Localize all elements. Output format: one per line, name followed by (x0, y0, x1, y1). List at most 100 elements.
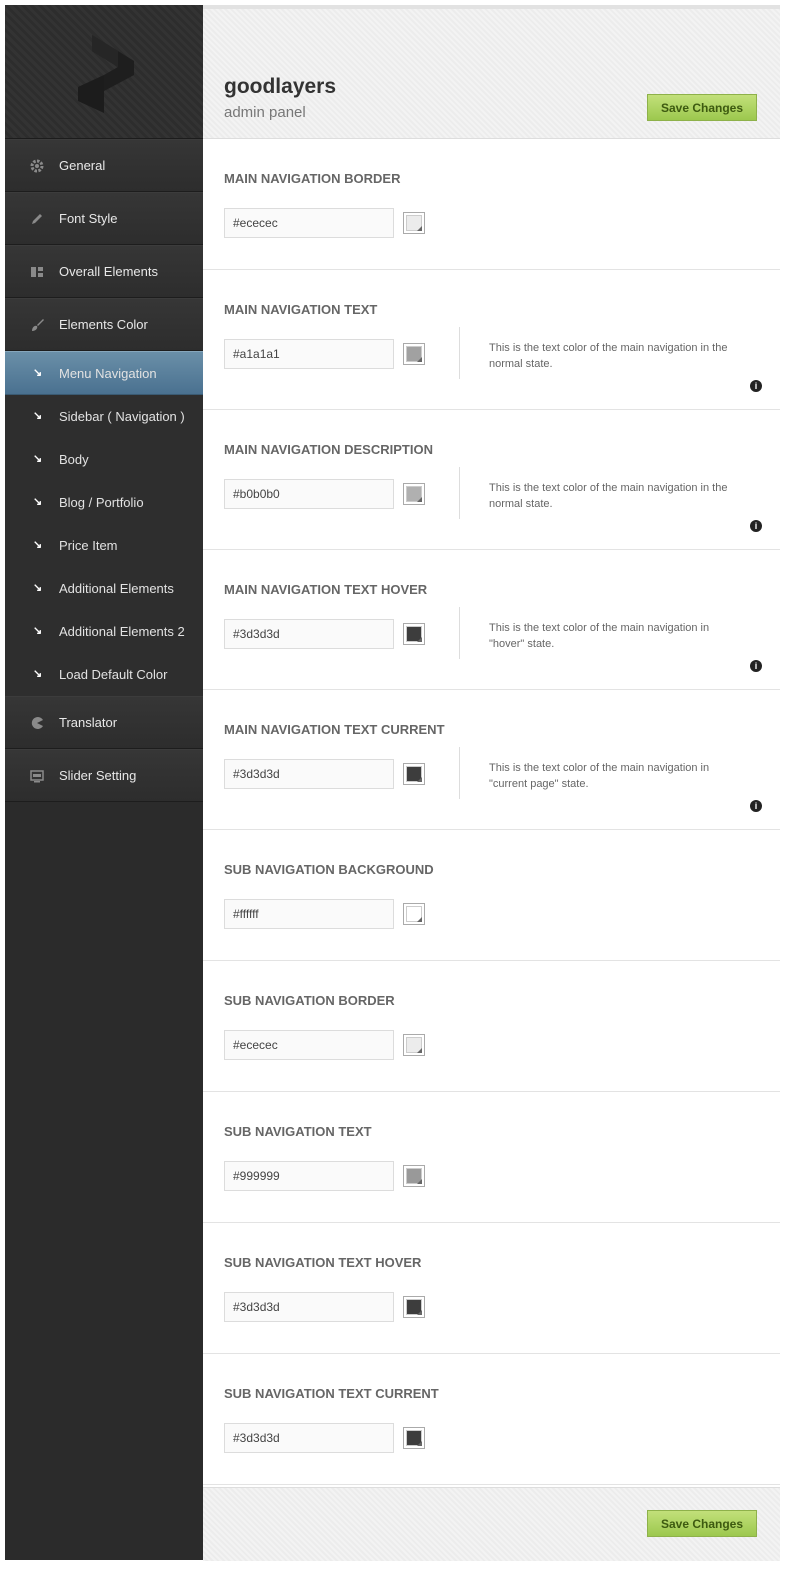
info-icon[interactable]: i (750, 380, 762, 392)
color-fill (406, 346, 422, 362)
color-picker-swatch[interactable] (403, 343, 425, 365)
setting-main-navigation-text: MAIN NAVIGATION TEXT This is the text col… (203, 270, 780, 410)
color-value-input[interactable] (224, 899, 394, 929)
color-fill (406, 766, 422, 782)
sidebar-subitem-label: Price Item (59, 538, 118, 553)
info-icon[interactable]: i (750, 660, 762, 672)
color-picker-swatch[interactable] (403, 763, 425, 785)
sidebar-subitem-sidebar-navigation[interactable]: ↘ Sidebar ( Navigation ) (5, 395, 203, 438)
brand-title: goodlayers (224, 75, 337, 98)
save-button-top[interactable]: Save Changes (647, 94, 757, 121)
settings-list: MAIN NAVIGATION BORDER MAIN NAVIGATION TE… (203, 139, 780, 1485)
color-picker-swatch[interactable] (403, 903, 425, 925)
arrow-down-right-icon: ↘ (33, 668, 43, 680)
save-button-bottom[interactable]: Save Changes (647, 1510, 757, 1537)
sidebar-item-label: Font Style (59, 211, 118, 226)
layout-icon (29, 264, 45, 280)
sidebar-subitem-additional-elements-2[interactable]: ↘ Additional Elements 2 (5, 610, 203, 653)
divider (459, 607, 460, 659)
color-value-input[interactable] (224, 1161, 394, 1191)
setting-sub-navigation-border: SUB NAVIGATION BORDER (203, 961, 780, 1092)
color-value-input[interactable] (224, 339, 394, 369)
divider (459, 467, 460, 519)
divider (459, 747, 460, 799)
color-value-input[interactable] (224, 208, 394, 238)
sidebar-item-label: Overall Elements (59, 264, 158, 279)
setting-main-navigation-text-current: MAIN NAVIGATION TEXT CURRENT This is the … (203, 690, 780, 830)
color-picker-swatch[interactable] (403, 1427, 425, 1449)
setting-title: SUB NAVIGATION TEXT CURRENT (224, 1386, 439, 1401)
sidebar-item-label: General (59, 158, 106, 173)
color-value-input[interactable] (224, 759, 394, 789)
color-picker-swatch[interactable] (403, 623, 425, 645)
sidebar-item-slider-setting[interactable]: Slider Setting (5, 749, 203, 802)
color-fill (406, 1430, 422, 1446)
color-picker-swatch[interactable] (403, 1296, 425, 1318)
color-value-input[interactable] (224, 619, 394, 649)
color-picker-swatch[interactable] (403, 1034, 425, 1056)
setting-description: This is the text color of the main navig… (489, 482, 728, 510)
color-value-input[interactable] (224, 479, 394, 509)
arrow-down-right-icon: ↘ (33, 539, 43, 551)
sidebar-item-label: Elements Color (59, 317, 148, 332)
sidebar-subitem-label: Load Default Color (59, 667, 168, 682)
sidebar-subitem-load-default-color[interactable]: ↘ Load Default Color (5, 653, 203, 696)
color-fill (406, 1299, 422, 1315)
info-icon[interactable]: i (750, 520, 762, 532)
header: goodlayers admin panel Save Changes (203, 5, 780, 139)
color-picker-swatch[interactable] (403, 212, 425, 234)
sidebar-subitem-menu-navigation[interactable]: ↘ Menu Navigation (5, 351, 203, 395)
sidebar-subitem-label: Sidebar ( Navigation ) (59, 409, 185, 424)
sidebar: General Font Style Overall Elements Element… (5, 5, 203, 1560)
admin-panel: General Font Style Overall Elements Element… (5, 5, 780, 1561)
sidebar-item-elements-color[interactable]: Elements Color (5, 298, 203, 351)
color-fill (406, 215, 422, 231)
color-fill (406, 486, 422, 502)
sidebar-item-translator[interactable]: Translator (5, 696, 203, 749)
sidebar-item-font-style[interactable]: Font Style (5, 192, 203, 245)
setting-title: SUB NAVIGATION BORDER (224, 993, 395, 1008)
color-picker-swatch[interactable] (403, 1165, 425, 1187)
setting-title: MAIN NAVIGATION BORDER (224, 171, 401, 186)
setting-description: This is the text color of the main navig… (489, 762, 710, 790)
arrow-down-right-icon: ↘ (33, 410, 43, 422)
color-fill (406, 1037, 422, 1053)
goodlayers-logo-icon (78, 35, 134, 113)
arrow-down-right-icon: ↘ (33, 582, 43, 594)
color-picker-swatch[interactable] (403, 483, 425, 505)
sidebar-subitem-label: Additional Elements 2 (59, 624, 185, 639)
arrow-down-right-icon: ↘ (33, 367, 43, 379)
color-value-input[interactable] (224, 1292, 394, 1322)
setting-description: This is the text color of the main navig… (489, 622, 710, 650)
info-icon[interactable]: i (750, 800, 762, 812)
sidebar-subitem-additional-elements[interactable]: ↘ Additional Elements (5, 567, 203, 610)
setting-title: SUB NAVIGATION TEXT HOVER (224, 1255, 422, 1270)
color-value-input[interactable] (224, 1423, 394, 1453)
setting-title: SUB NAVIGATION TEXT (224, 1124, 372, 1139)
sidebar-subitem-body[interactable]: ↘ Body (5, 438, 203, 481)
setting-title: SUB NAVIGATION BACKGROUND (224, 862, 434, 877)
setting-main-navigation-description: MAIN NAVIGATION DESCRIPTION This is the t… (203, 410, 780, 550)
color-value-input[interactable] (224, 1030, 394, 1060)
setting-title: MAIN NAVIGATION TEXT (224, 302, 378, 317)
footer: Save Changes (203, 1487, 780, 1561)
pencil-icon (29, 211, 45, 227)
logo-area (5, 5, 203, 139)
color-fill (406, 626, 422, 642)
sidebar-item-general[interactable]: General (5, 139, 203, 192)
sidebar-subitem-blog-portfolio[interactable]: ↘ Blog / Portfolio (5, 481, 203, 524)
setting-sub-navigation-background: SUB NAVIGATION BACKGROUND (203, 830, 780, 961)
divider (459, 327, 460, 379)
sidebar-subitem-label: Blog / Portfolio (59, 495, 144, 510)
brand-subtitle: admin panel (224, 104, 306, 121)
arrow-down-right-icon: ↘ (33, 625, 43, 637)
main-content: goodlayers admin panel Save Changes MAIN… (203, 5, 780, 1561)
sidebar-subitem-price-item[interactable]: ↘ Price Item (5, 524, 203, 567)
sidebar-item-overall-elements[interactable]: Overall Elements (5, 245, 203, 298)
gear-icon (29, 158, 45, 174)
brush-icon (29, 317, 45, 333)
arrow-down-right-icon: ↘ (33, 453, 43, 465)
sidebar-subitem-label: Body (59, 452, 89, 467)
sidebar-item-label: Translator (59, 715, 118, 730)
color-fill (406, 1168, 422, 1184)
